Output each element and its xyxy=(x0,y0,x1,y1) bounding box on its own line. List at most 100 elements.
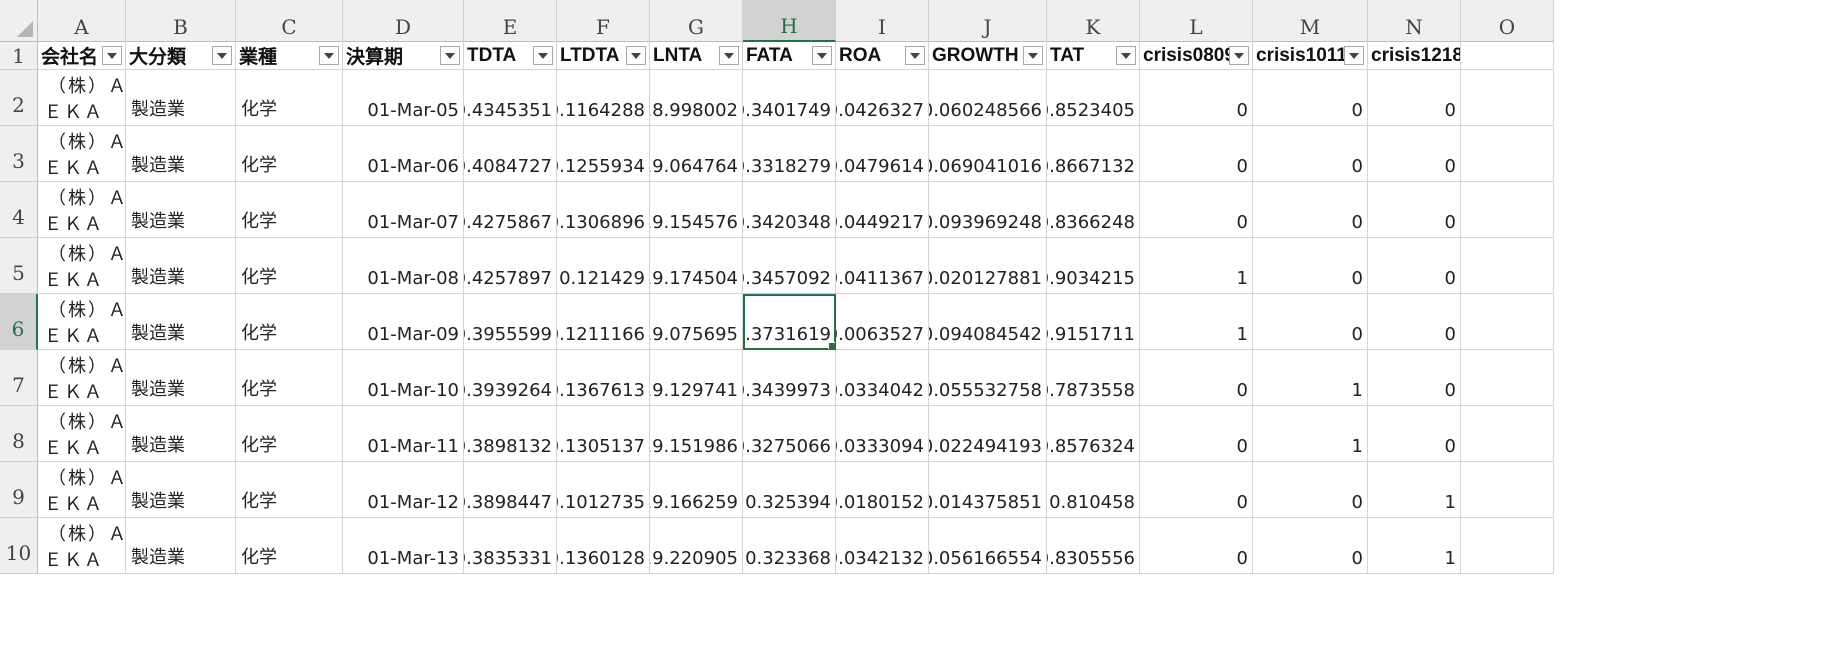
tat-cell[interactable]: 0.8523405 xyxy=(1047,70,1140,126)
fata-cell[interactable]: 0.325394 xyxy=(743,462,836,518)
company-cell[interactable]: （株）ＡＤ ＥＫＡ xyxy=(38,294,126,350)
column-header-D[interactable]: D xyxy=(343,0,464,42)
tat-cell[interactable]: 0.8366248 xyxy=(1047,182,1140,238)
roa-cell[interactable]: 0.0334042 xyxy=(836,350,929,406)
period-cell[interactable]: 01-Mar-07 xyxy=(343,182,464,238)
company-cell[interactable]: （株）ＡＤ ＥＫＡ xyxy=(38,126,126,182)
crisis0809-cell[interactable]: 0 xyxy=(1140,70,1253,126)
crisis1011-cell[interactable]: 0 xyxy=(1253,70,1368,126)
growth-cell[interactable]: 0.056166554 xyxy=(929,518,1047,574)
fata-cell[interactable]: 0.323368 xyxy=(743,518,836,574)
roa-cell[interactable]: 0.0342132 xyxy=(836,518,929,574)
industry-cell[interactable]: 化学 xyxy=(236,406,343,462)
lnta-cell[interactable]: 19.154576 xyxy=(650,182,743,238)
row-header[interactable]: 2 xyxy=(0,70,38,126)
row-header[interactable]: 8 xyxy=(0,406,38,462)
crisis0809-cell[interactable]: 1 xyxy=(1140,294,1253,350)
ltdta-cell[interactable]: 0.1012735 xyxy=(557,462,650,518)
column-header-N[interactable]: N xyxy=(1368,0,1461,42)
column-header-B[interactable]: B xyxy=(126,0,236,42)
lnta-cell[interactable]: 19.064764 xyxy=(650,126,743,182)
company-cell[interactable]: （株）ＡＤ ＥＫＡ xyxy=(38,350,126,406)
tat-cell[interactable]: 0.810458 xyxy=(1047,462,1140,518)
fata-cell[interactable]: 0.3275066 xyxy=(743,406,836,462)
column-header-I[interactable]: I xyxy=(836,0,929,42)
category-cell[interactable]: 製造業 xyxy=(126,238,236,294)
header-cell-crisis1011[interactable]: crisis1011 xyxy=(1253,42,1368,70)
column-header-K[interactable]: K xyxy=(1047,0,1140,42)
column-header-O[interactable]: O xyxy=(1461,0,1554,42)
header-cell-industry[interactable]: 業種 xyxy=(236,42,343,70)
ltdta-cell[interactable]: 0.1255934 xyxy=(557,126,650,182)
column-header-C[interactable]: C xyxy=(236,0,343,42)
tdta-cell[interactable]: 0.3939264 xyxy=(464,350,557,406)
tdta-cell[interactable]: 0.3835331 xyxy=(464,518,557,574)
crisis0809-cell[interactable]: 0 xyxy=(1140,182,1253,238)
crisis0809-cell[interactable]: 0 xyxy=(1140,350,1253,406)
crisis0809-cell[interactable]: 1 xyxy=(1140,238,1253,294)
empty-cell[interactable] xyxy=(1461,126,1554,182)
crisis1011-cell[interactable]: 0 xyxy=(1253,238,1368,294)
growth-cell[interactable]: 0.069041016 xyxy=(929,126,1047,182)
crisis0809-cell[interactable]: 0 xyxy=(1140,462,1253,518)
ltdta-cell[interactable]: 0.1367613 xyxy=(557,350,650,406)
row-header[interactable]: 1 xyxy=(0,42,38,70)
category-cell[interactable]: 製造業 xyxy=(126,350,236,406)
header-cell-tdta[interactable]: TDTA xyxy=(464,42,557,70)
tat-cell[interactable]: 0.7873558 xyxy=(1047,350,1140,406)
ltdta-cell[interactable]: 0.1306896 xyxy=(557,182,650,238)
industry-cell[interactable]: 化学 xyxy=(236,462,343,518)
spreadsheet-grid[interactable]: A B C D E F G H I J K L M N O 1 会社名 大分類 … xyxy=(0,0,1843,656)
row-header[interactable]: 3 xyxy=(0,126,38,182)
crisis1218-cell[interactable]: 0 xyxy=(1368,126,1461,182)
empty-cell[interactable] xyxy=(1461,462,1554,518)
lnta-cell[interactable]: 19.075695 xyxy=(650,294,743,350)
lnta-cell[interactable]: 19.166259 xyxy=(650,462,743,518)
crisis0809-cell[interactable]: 0 xyxy=(1140,518,1253,574)
crisis1011-cell[interactable]: 1 xyxy=(1253,406,1368,462)
column-header-H[interactable]: H xyxy=(743,0,836,42)
tdta-cell[interactable]: 0.4084727 xyxy=(464,126,557,182)
header-cell-category[interactable]: 大分類 xyxy=(126,42,236,70)
column-header-G[interactable]: G xyxy=(650,0,743,42)
crisis1218-cell[interactable]: 0 xyxy=(1368,182,1461,238)
empty-cell[interactable] xyxy=(1461,350,1554,406)
filter-dropdown-icon[interactable] xyxy=(440,46,460,65)
industry-cell[interactable]: 化学 xyxy=(236,182,343,238)
tdta-cell[interactable]: 0.3898447 xyxy=(464,462,557,518)
filter-dropdown-icon[interactable] xyxy=(319,46,339,65)
header-cell-ltdta[interactable]: LTDTA xyxy=(557,42,650,70)
column-header-F[interactable]: F xyxy=(557,0,650,42)
header-cell-company[interactable]: 会社名 xyxy=(38,42,126,70)
column-header-J[interactable]: J xyxy=(929,0,1047,42)
filter-dropdown-icon[interactable] xyxy=(905,46,925,65)
column-header-A[interactable]: A xyxy=(38,0,126,42)
category-cell[interactable]: 製造業 xyxy=(126,126,236,182)
filter-dropdown-icon[interactable] xyxy=(212,46,232,65)
filter-dropdown-icon[interactable] xyxy=(102,46,122,65)
lnta-cell[interactable]: 19.174504 xyxy=(650,238,743,294)
roa-cell[interactable]: 0.0479614 xyxy=(836,126,929,182)
ltdta-cell[interactable]: 0.1164288 xyxy=(557,70,650,126)
crisis1011-cell[interactable]: 0 xyxy=(1253,518,1368,574)
roa-cell[interactable]: 0.0426327 xyxy=(836,70,929,126)
header-cell-crisis1218[interactable]: crisis1218 xyxy=(1368,42,1461,70)
roa-cell[interactable]: 0.0449217 xyxy=(836,182,929,238)
header-cell-roa[interactable]: ROA xyxy=(836,42,929,70)
empty-cell[interactable] xyxy=(1461,238,1554,294)
fata-cell[interactable]: 0.3439973 xyxy=(743,350,836,406)
fata-cell[interactable]: 0.3457092 xyxy=(743,238,836,294)
filter-dropdown-icon[interactable] xyxy=(719,46,739,65)
company-cell[interactable]: （株）ＡＤ ＥＫＡ xyxy=(38,518,126,574)
growth-cell[interactable]: 0.014375851 xyxy=(929,462,1047,518)
fata-cell[interactable]: 0.3401749 xyxy=(743,70,836,126)
company-cell[interactable]: （株）ＡＤ ＥＫＡ xyxy=(38,70,126,126)
filter-dropdown-icon[interactable] xyxy=(533,46,553,65)
period-cell[interactable]: 01-Mar-10 xyxy=(343,350,464,406)
period-cell[interactable]: 01-Mar-08 xyxy=(343,238,464,294)
crisis1218-cell[interactable]: 0 xyxy=(1368,294,1461,350)
category-cell[interactable]: 製造業 xyxy=(126,182,236,238)
growth-cell[interactable]: 0.060248566 xyxy=(929,70,1047,126)
category-cell[interactable]: 製造業 xyxy=(126,70,236,126)
crisis0809-cell[interactable]: 0 xyxy=(1140,126,1253,182)
